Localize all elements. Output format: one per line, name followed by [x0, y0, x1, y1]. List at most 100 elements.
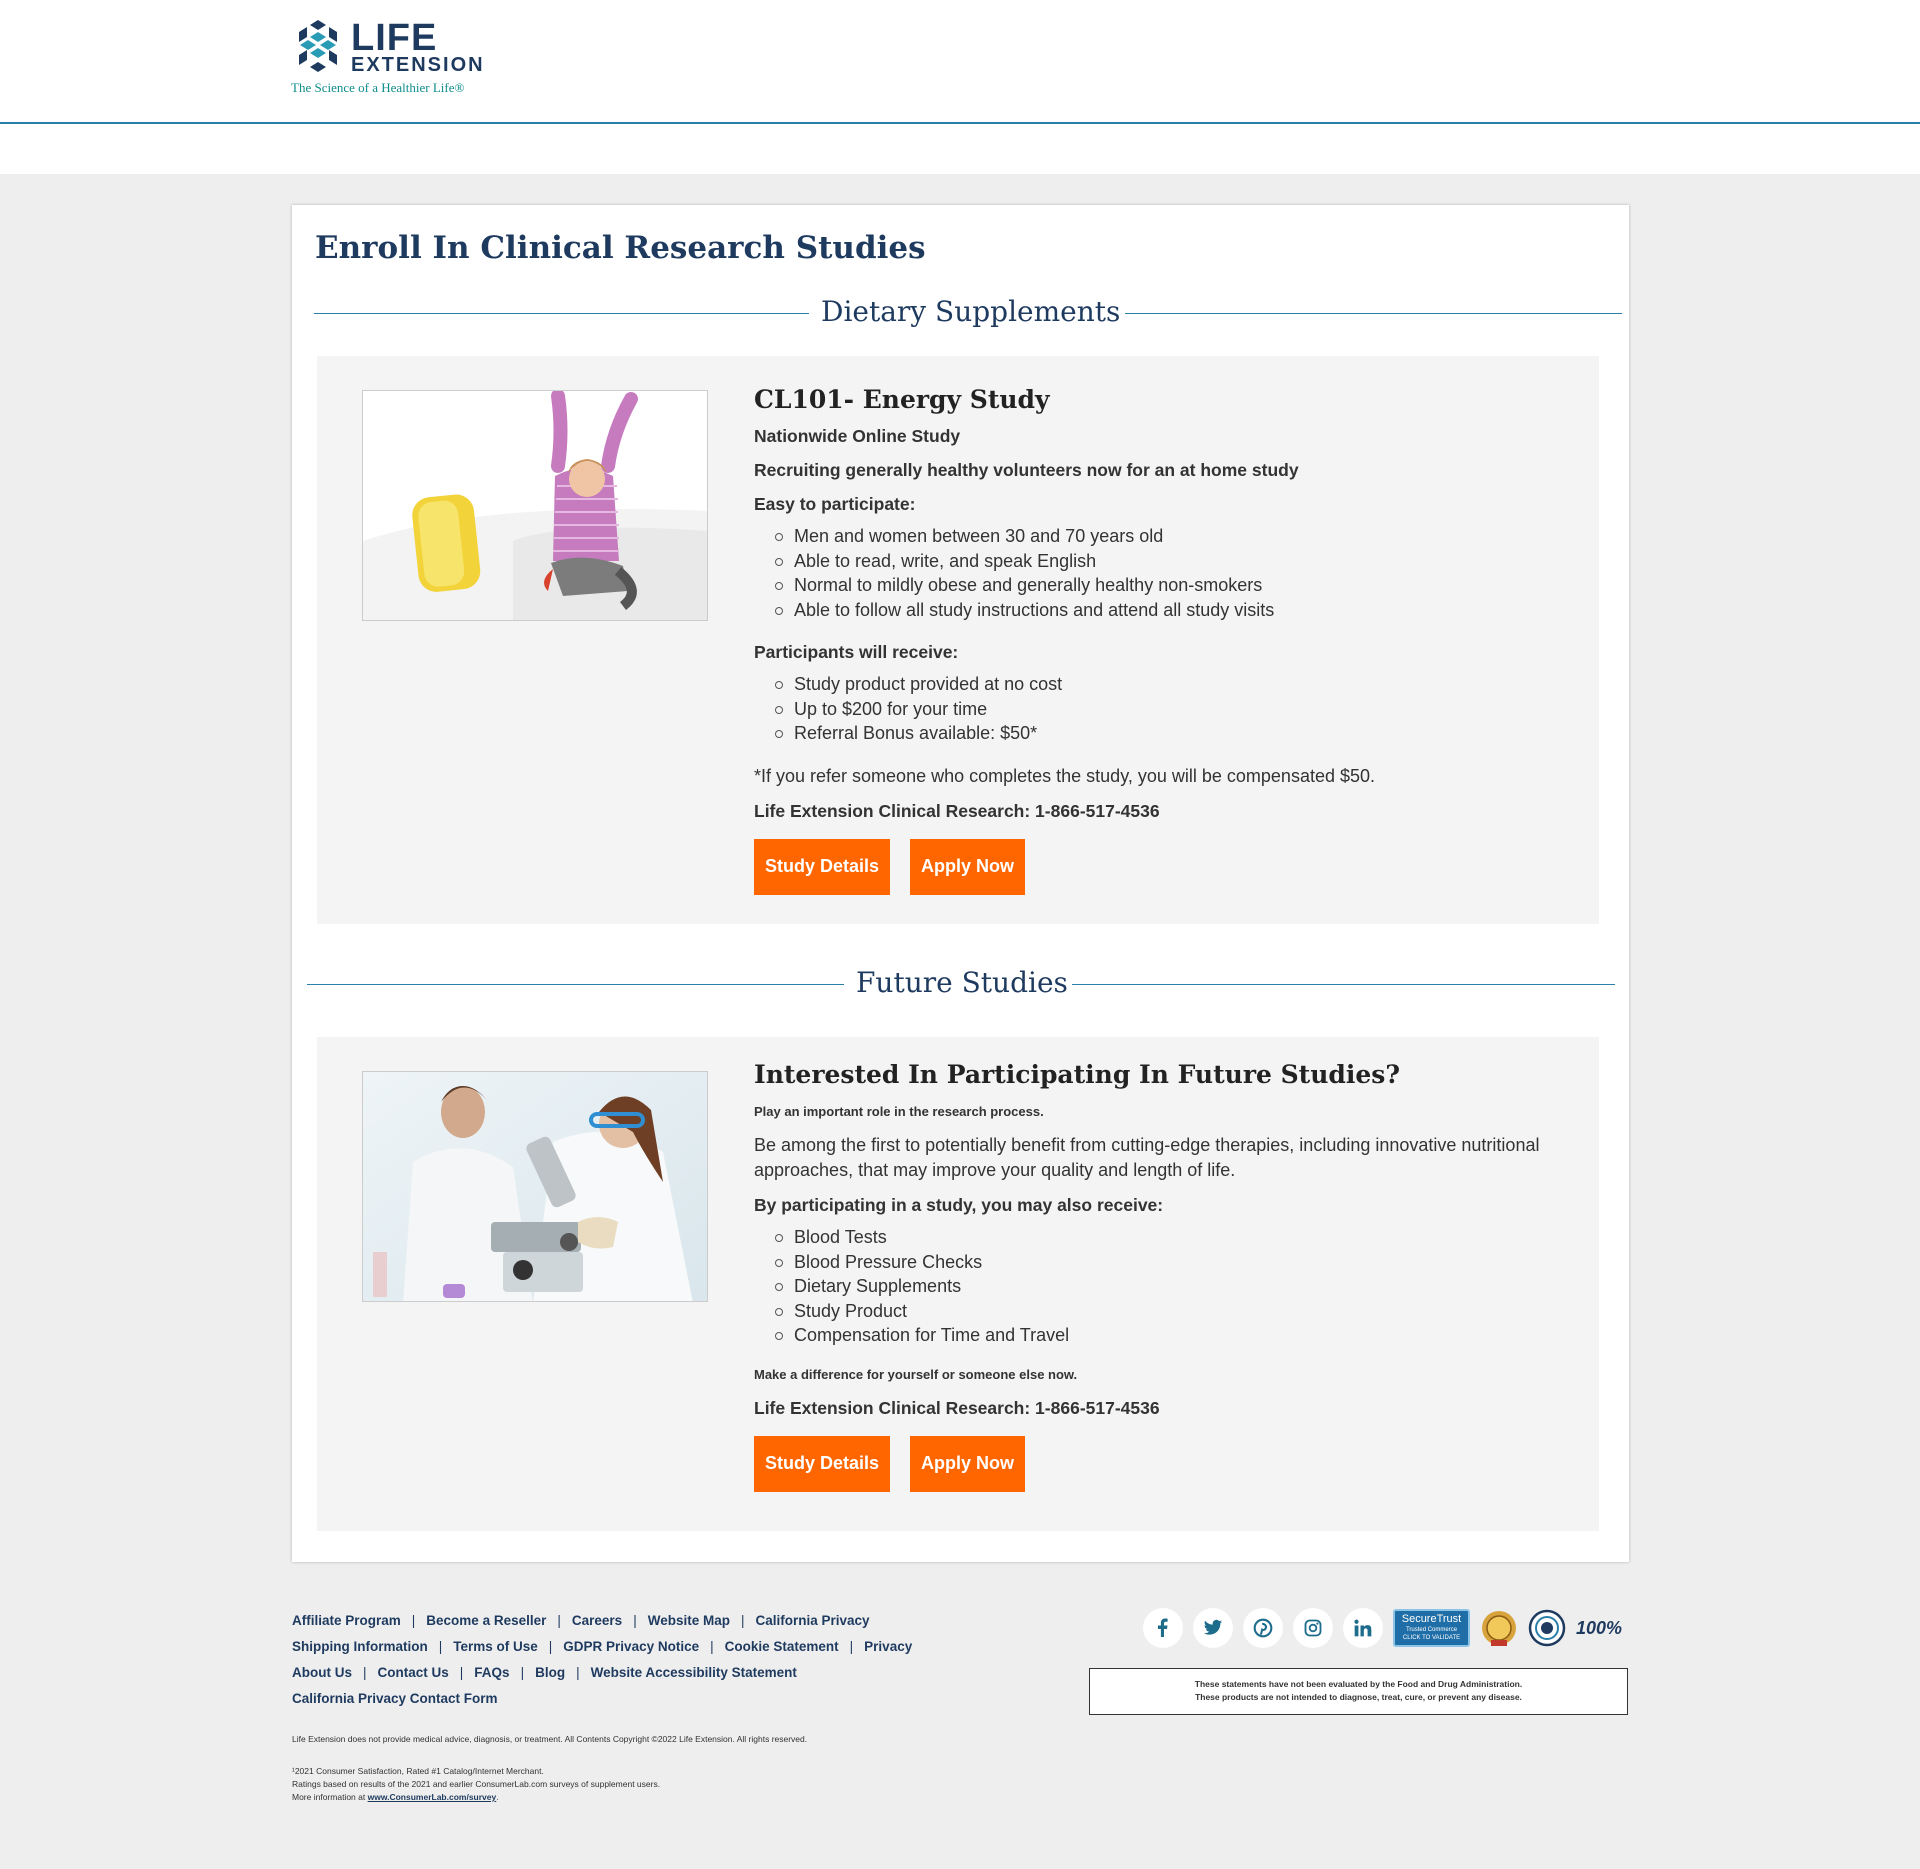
guarantee-badge: 100%	[1576, 1618, 1623, 1638]
study-card-energy: CL101- Energy Study Nationwide Online St…	[317, 356, 1599, 924]
apply-now-button[interactable]: Apply Now	[910, 1435, 1026, 1492]
heading-rule-left	[307, 984, 844, 985]
footer-link-california-privacy[interactable]: California Privacy	[755, 1608, 869, 1634]
le-seal-icon	[1528, 1609, 1566, 1647]
main-card: Enroll In Clinical Research Studies Diet…	[292, 205, 1629, 1562]
survey-prefix: More information at	[292, 1792, 368, 1802]
footer-link-row: Affiliate Program | Become a Reseller | Ca…	[292, 1608, 932, 1634]
footer-link-contact[interactable]: Contact Us	[378, 1660, 449, 1686]
fda-disclaimer-box: These statements have not been evaluated…	[1089, 1668, 1628, 1715]
header-spacer	[0, 126, 1920, 174]
list-item: Study Product	[754, 1299, 1584, 1324]
facebook-icon[interactable]	[1143, 1608, 1183, 1648]
link-separator: |	[576, 1665, 580, 1680]
logo-tagline: The Science of a Healthier Life®	[291, 80, 465, 95]
section-title: Future Studies	[856, 966, 1068, 999]
body-text: Be among the first to potentially benefi…	[754, 1135, 1540, 1180]
list-item: Able to follow all study instructions an…	[754, 598, 1584, 623]
contact-phone: Life Extension Clinical Research: 1-866-…	[754, 800, 1160, 821]
lab-researchers-photo	[363, 1072, 707, 1301]
pinterest-icon[interactable]	[1243, 1608, 1283, 1648]
apply-now-button[interactable]: Apply Now	[910, 838, 1026, 895]
footer-link-careers[interactable]: Careers	[572, 1608, 622, 1634]
heading-rule-left	[314, 313, 809, 314]
receive-heading: By participating in a study, you may als…	[754, 1195, 1164, 1215]
footer-link-shipping[interactable]: Shipping Information	[292, 1634, 428, 1660]
link-separator: |	[459, 1665, 464, 1680]
link-separator: |	[548, 1639, 553, 1654]
link-separator: |	[520, 1665, 525, 1680]
securetrust-badge[interactable]: SecureTrust Trusted Commerce CLICK TO VA…	[1393, 1609, 1470, 1647]
disclaimer-line-1: These statements have not been evaluated…	[1194, 1679, 1523, 1689]
copyright-line: Life Extension does not provide medical …	[292, 1734, 808, 1744]
survey-line-1: ¹2021 Consumer Satisfaction, Rated #1 Ca…	[292, 1766, 544, 1776]
link-separator: |	[411, 1613, 416, 1628]
benefits-list: Blood Tests Blood Pressure Checks Dietar…	[754, 1225, 1584, 1348]
site-footer: Affiliate Program | Become a Reseller | Ca…	[0, 1590, 1920, 1869]
footer-link-ca-privacy-form[interactable]: California Privacy Contact Form	[292, 1686, 498, 1712]
footer-link-terms[interactable]: Terms of Use	[453, 1634, 538, 1660]
site-header: LIFE EXTENSION The Science of a Healthie…	[0, 0, 1920, 124]
link-separator: |	[363, 1665, 367, 1680]
benefits-list: Study product provided at no cost Up to …	[754, 672, 1584, 746]
twitter-icon[interactable]	[1193, 1608, 1233, 1648]
disclaimer-line-2: These products are not intended to diagn…	[1195, 1692, 1522, 1702]
list-item: Men and women between 30 and 70 years ol…	[754, 524, 1584, 549]
footer-link-faqs[interactable]: FAQs	[474, 1660, 509, 1686]
recruiting-text: Recruiting generally healthy volunteers …	[754, 460, 1299, 480]
study-details-button[interactable]: Study Details	[754, 1435, 891, 1492]
heading-rule-right	[1125, 313, 1622, 314]
consumerlab-link[interactable]: www.ConsumerLab.com/survey	[368, 1792, 497, 1802]
closing-text: Make a difference for yourself or someon…	[754, 1366, 1078, 1382]
link-separator: |	[740, 1613, 745, 1628]
study-image-future	[362, 1071, 708, 1302]
footer-link-affiliate[interactable]: Affiliate Program	[292, 1608, 401, 1634]
footer-link-gdpr[interactable]: GDPR Privacy Notice	[563, 1634, 699, 1660]
list-item: Referral Bonus available: $50*	[754, 721, 1584, 746]
button-row: Study Details Apply Now	[754, 838, 1584, 895]
linkedin-icon[interactable]	[1343, 1608, 1383, 1648]
instagram-icon[interactable]	[1293, 1608, 1333, 1648]
footer-link-privacy[interactable]: Privacy	[864, 1634, 912, 1660]
footer-link-accessibility[interactable]: Website Accessibility Statement	[591, 1660, 797, 1686]
survey-footnote: ¹2021 Consumer Satisfaction, Rated #1 Ca…	[292, 1765, 660, 1804]
button-row: Study Details Apply Now	[754, 1435, 1584, 1492]
life-extension-logo[interactable]: LIFE EXTENSION The Science of a Healthie…	[291, 18, 511, 98]
footer-link-about[interactable]: About Us	[292, 1660, 352, 1686]
list-item: Dietary Supplements	[754, 1274, 1584, 1299]
footer-link-website-map[interactable]: Website Map	[648, 1608, 730, 1634]
study-details-button[interactable]: Study Details	[754, 838, 891, 895]
survey-line-2: Ratings based on results of the 2021 and…	[292, 1779, 661, 1789]
section-heading-future: Future Studies	[307, 964, 1615, 1004]
intro-text: Play an important role in the research p…	[754, 1104, 1044, 1119]
study-content-future: Interested In Participating In Future St…	[754, 1059, 1584, 1492]
section-title: Dietary Supplements	[821, 295, 1121, 328]
list-item: Up to $200 for your time	[754, 697, 1584, 722]
survey-line-3: More information at www.ConsumerLab.com/…	[292, 1791, 660, 1804]
link-separator: |	[710, 1639, 714, 1654]
footer-link-reseller[interactable]: Become a Reseller	[426, 1608, 546, 1634]
footer-link-cookie[interactable]: Cookie Statement	[725, 1634, 839, 1660]
list-item: Compensation for Time and Travel	[754, 1323, 1584, 1348]
link-separator: |	[849, 1639, 854, 1654]
list-item: Blood Tests	[754, 1225, 1584, 1250]
footer-link-row: California Privacy Contact Form	[292, 1686, 932, 1712]
footer-link-row: Shipping Information | Terms of Use | GDPR…	[292, 1634, 932, 1660]
link-separator: |	[557, 1613, 561, 1628]
link-separator: |	[633, 1613, 637, 1628]
logo-life-text: LIFE	[351, 17, 438, 59]
study-card-future: Interested In Participating In Future St…	[317, 1037, 1599, 1531]
study-content-energy: CL101- Energy Study Nationwide Online St…	[754, 384, 1584, 895]
study-title: Interested In Participating In Future St…	[754, 1060, 1400, 1089]
rated-number-one-badge-icon	[1480, 1609, 1518, 1647]
link-separator: |	[438, 1639, 443, 1654]
securetrust-title: SecureTrust	[1401, 1613, 1462, 1625]
securetrust-validate: CLICK TO VALIDATE	[1402, 1635, 1461, 1641]
list-item: Able to read, write, and speak English	[754, 549, 1584, 574]
criteria-list: Men and women between 30 and 70 years ol…	[754, 524, 1584, 622]
section-heading-dietary: Dietary Supplements	[314, 293, 1622, 333]
social-and-badges: SecureTrust Trusted Commerce CLICK TO VA…	[1143, 1608, 1623, 1648]
contact-phone: Life Extension Clinical Research: 1-866-…	[754, 1397, 1160, 1418]
footer-link-blog[interactable]: Blog	[535, 1660, 565, 1686]
receive-heading: Participants will receive:	[754, 642, 959, 662]
